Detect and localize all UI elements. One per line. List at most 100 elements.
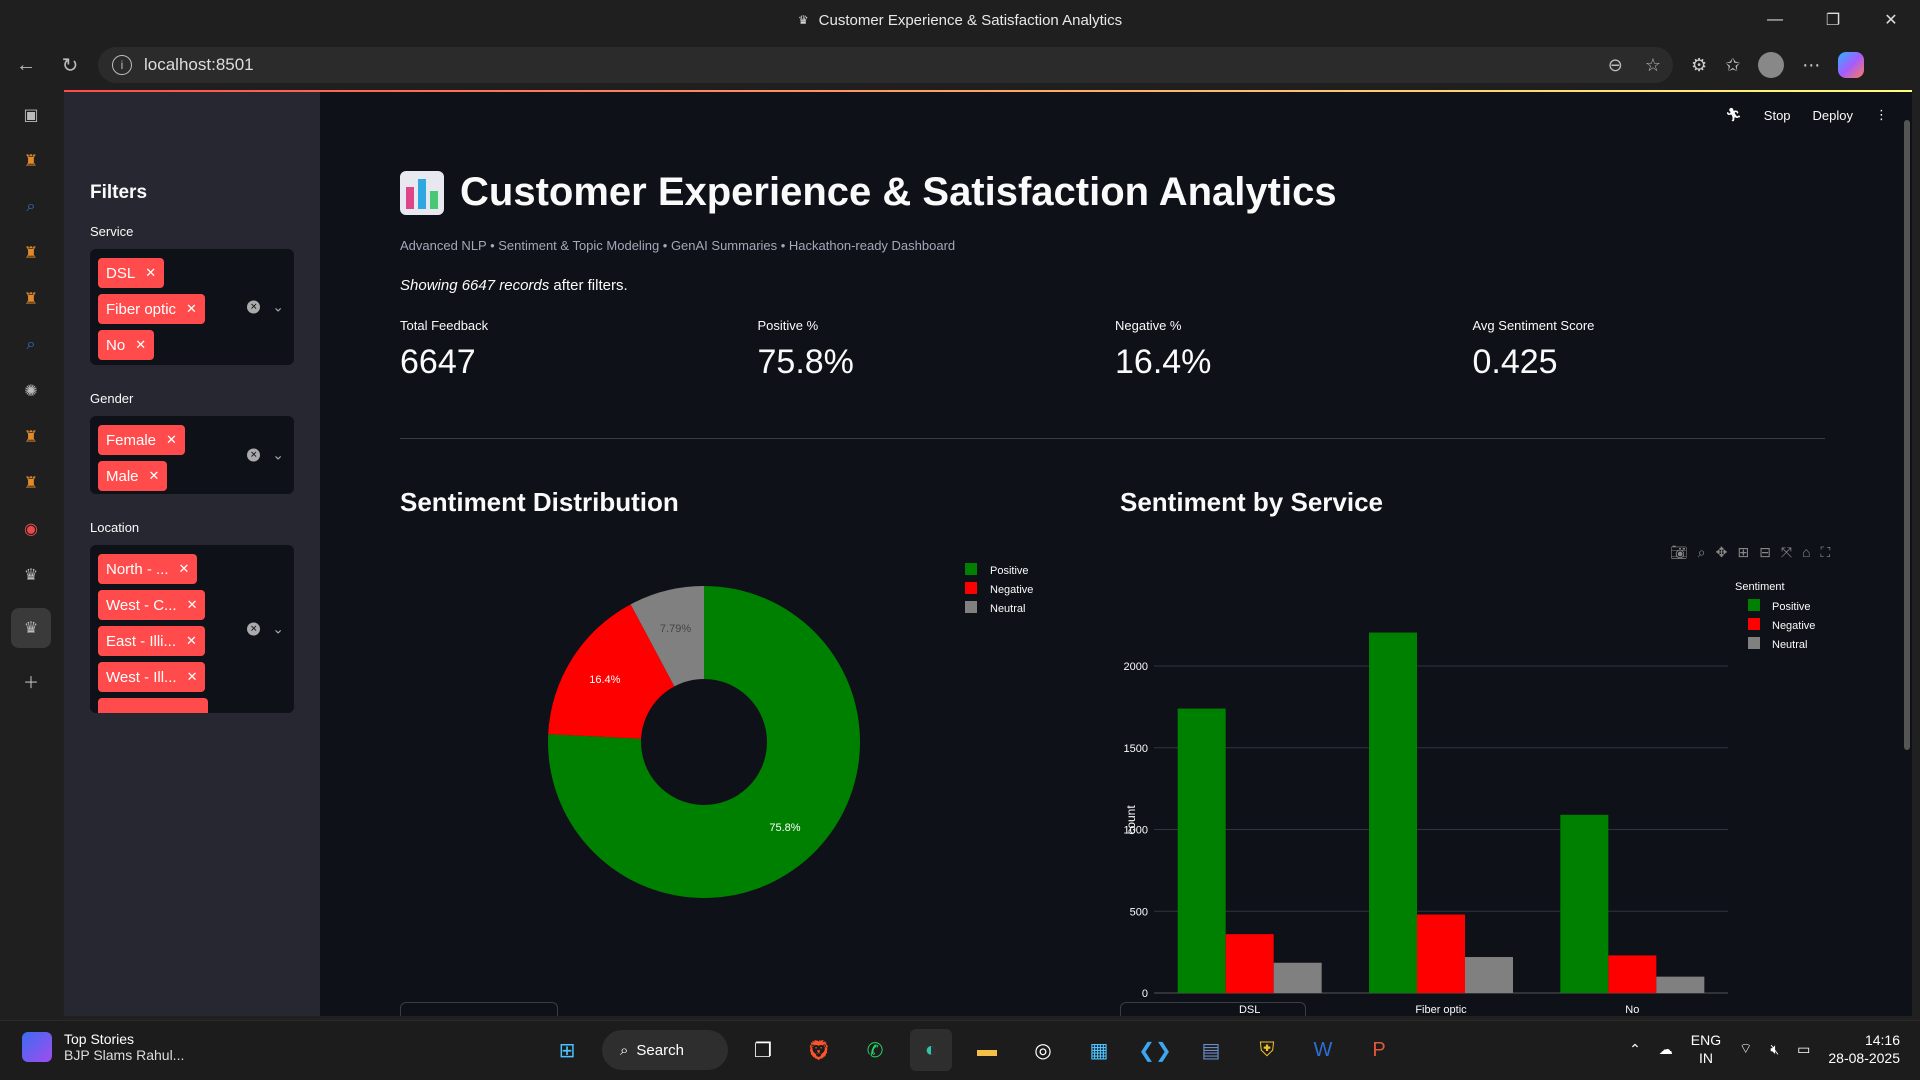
new-tab-icon[interactable]: ＋ xyxy=(16,668,46,694)
autoscale-icon[interactable]: ⤧ xyxy=(1781,544,1792,561)
metric-label: Total Feedback xyxy=(400,318,489,333)
zoom-icon[interactable]: ⌕ xyxy=(1698,544,1706,561)
app-icon[interactable]: ▤ xyxy=(1190,1029,1232,1071)
tab-icon[interactable]: ♜ xyxy=(16,148,46,174)
back-icon[interactable]: ← xyxy=(8,47,44,83)
browser-titlebar: ♛ Customer Experience & Satisfaction Ana… xyxy=(0,0,1920,40)
pan-icon[interactable]: ✥ xyxy=(1716,544,1728,561)
onedrive-icon[interactable]: ☁ xyxy=(1659,1041,1673,1058)
record-tab-icon[interactable]: ◉ xyxy=(16,516,46,542)
remove-tag-icon[interactable]: ✕ xyxy=(187,669,198,685)
remove-tag-icon[interactable]: ✕ xyxy=(145,265,156,281)
restore-icon[interactable]: ❐ xyxy=(1804,0,1862,40)
favorites-icon[interactable]: ✩ xyxy=(1725,55,1740,76)
word-icon[interactable]: W xyxy=(1302,1029,1344,1071)
remove-tag-icon[interactable]: ✕ xyxy=(187,597,198,613)
fullscreen-icon[interactable]: ⛶ xyxy=(1821,544,1831,561)
gender-tag-male[interactable]: Male ✕ xyxy=(98,461,168,491)
chevron-up-icon[interactable]: ⌃ xyxy=(1629,1041,1641,1058)
sentiment-pie-chart[interactable]: 75.8% 16.4% 7.79% Positive Negative Neutral xyxy=(400,550,1100,930)
battery-icon[interactable]: ▭ xyxy=(1797,1041,1810,1058)
tab-icon[interactable]: ♜ xyxy=(16,240,46,266)
service-tag-no[interactable]: No ✕ xyxy=(98,330,155,360)
location-tag[interactable]: East - Illi... ✕ xyxy=(98,626,205,656)
legend-label-negative: Negative xyxy=(1772,620,1815,632)
gender-tag-female[interactable]: Female ✕ xyxy=(98,425,185,455)
camera-icon[interactable]: 📷︎ xyxy=(1670,544,1688,561)
search-tab-icon[interactable]: ⌕ xyxy=(16,194,46,220)
location-tag[interactable]: North - ... ✕ xyxy=(98,554,198,584)
remove-tag-icon[interactable]: ✕ xyxy=(166,432,177,448)
dell-icon[interactable]: ◎ xyxy=(1022,1029,1064,1071)
streamlit-tab-icon[interactable]: ♛ xyxy=(16,562,46,588)
close-icon[interactable]: ✕ xyxy=(1862,0,1920,40)
store-icon[interactable]: ▦ xyxy=(1078,1029,1120,1071)
stop-button[interactable]: Stop xyxy=(1764,108,1791,123)
remove-tag-icon[interactable]: ✕ xyxy=(186,633,197,649)
whatsapp-icon[interactable]: ✆ xyxy=(854,1029,896,1071)
streamlit-active-tab-icon[interactable]: ♛ xyxy=(11,608,51,648)
divider xyxy=(400,438,1825,439)
sentiment-by-service-title: Sentiment by Service xyxy=(1120,487,1383,517)
address-bar[interactable]: i localhost:8501 ⊖ ☆ xyxy=(98,47,1673,83)
wifi-icon[interactable]: ⌔ xyxy=(1739,1040,1752,1058)
more-menu-icon[interactable]: ⋯ xyxy=(1802,55,1820,76)
extensions-icon[interactable]: ⚙ xyxy=(1691,55,1707,76)
copilot-icon[interactable] xyxy=(1838,52,1865,78)
zoom-out-icon[interactable]: ⊟ xyxy=(1759,544,1771,561)
service-tag-dsl[interactable]: DSL ✕ xyxy=(98,258,165,288)
powerpoint-icon[interactable]: P xyxy=(1358,1029,1400,1071)
zoom-out-icon[interactable]: ⊖ xyxy=(1608,55,1623,76)
search-tab-icon[interactable]: ⌕ xyxy=(16,332,46,358)
service-tag-fiber-optic[interactable]: Fiber optic ✕ xyxy=(98,294,205,324)
tab-icon[interactable]: ♜ xyxy=(16,286,46,312)
page-scrollbar[interactable] xyxy=(1904,120,1910,750)
remove-tag-icon[interactable]: ✕ xyxy=(135,337,146,353)
chevron-down-icon[interactable]: ⌄ xyxy=(272,447,284,464)
start-icon[interactable]: ⊞ xyxy=(546,1029,588,1071)
vscode-icon[interactable]: ❮❯ xyxy=(1134,1029,1176,1071)
service-multiselect[interactable]: DSL ✕ Fiber optic ✕ No ✕ ✕ ⌄ xyxy=(90,249,294,365)
clear-all-icon[interactable]: ✕ xyxy=(247,622,261,636)
sentiment-distribution-title: Sentiment Distribution xyxy=(400,487,679,517)
clear-all-icon[interactable]: ✕ xyxy=(247,300,261,314)
site-info-icon[interactable]: i xyxy=(112,55,132,75)
location-tag[interactable]: West - C... ✕ xyxy=(98,590,206,620)
tab-icon[interactable]: ♜ xyxy=(16,424,46,450)
expander-stub[interactable] xyxy=(400,1002,558,1016)
chevron-down-icon[interactable]: ⌄ xyxy=(272,621,284,638)
home-icon[interactable]: ⌂ xyxy=(1802,544,1810,561)
edge-icon[interactable]: ◐ xyxy=(910,1029,952,1071)
minimize-icon[interactable]: — xyxy=(1746,0,1804,40)
file-explorer-icon[interactable]: ▬ xyxy=(966,1029,1008,1071)
location-multiselect[interactable]: North - ... ✕ West - C... ✕ East - Illi...… xyxy=(90,545,294,713)
deploy-button[interactable]: Deploy xyxy=(1813,108,1853,123)
favorite-star-icon[interactable]: ☆ xyxy=(1645,55,1661,76)
brave-icon[interactable]: 🦁︎ xyxy=(798,1029,840,1071)
chevron-down-icon[interactable]: ⌄ xyxy=(272,299,284,316)
sentiment-by-service-chart[interactable]: 0500100015002000DSLFiber opticNoServicec… xyxy=(1120,580,1830,1016)
tab-icon[interactable]: ♜ xyxy=(16,470,46,496)
clear-all-icon[interactable]: ✕ xyxy=(247,448,261,462)
main-menu-icon[interactable]: ⋮ xyxy=(1875,107,1888,123)
taskbar-search[interactable]: ⌕ Search xyxy=(602,1030,728,1070)
remove-tag-icon[interactable]: ✕ xyxy=(179,561,190,577)
language-indicator[interactable]: ENG IN xyxy=(1691,1031,1721,1067)
location-tag-partial[interactable] xyxy=(98,698,208,713)
news-widget[interactable]: Top Stories BJP Slams Rahul... xyxy=(22,1031,184,1063)
expander-stub[interactable] xyxy=(1120,1002,1306,1016)
url-text[interactable]: localhost:8501 xyxy=(144,55,254,75)
task-view-icon[interactable]: ❐ xyxy=(742,1029,784,1071)
zoom-in-icon[interactable]: ⊞ xyxy=(1737,544,1749,561)
location-tag[interactable]: West - Ill... ✕ xyxy=(98,662,206,692)
remove-tag-icon[interactable]: ✕ xyxy=(149,468,160,484)
gender-multiselect[interactable]: Female ✕ Male ✕ ✕ ⌄ xyxy=(90,416,294,494)
security-icon[interactable]: ⛨ xyxy=(1246,1029,1288,1071)
tab-actions-icon[interactable]: ▣ xyxy=(16,102,46,128)
clock[interactable]: 14:16 28-08-2025 xyxy=(1828,1031,1900,1067)
profile-avatar[interactable] xyxy=(1758,52,1785,78)
mute-icon[interactable]: 🔇︎ xyxy=(1770,1041,1779,1058)
chatgpt-tab-icon[interactable]: ✺ xyxy=(16,378,46,404)
remove-tag-icon[interactable]: ✕ xyxy=(186,301,197,317)
refresh-icon[interactable]: ↻ xyxy=(52,47,88,83)
